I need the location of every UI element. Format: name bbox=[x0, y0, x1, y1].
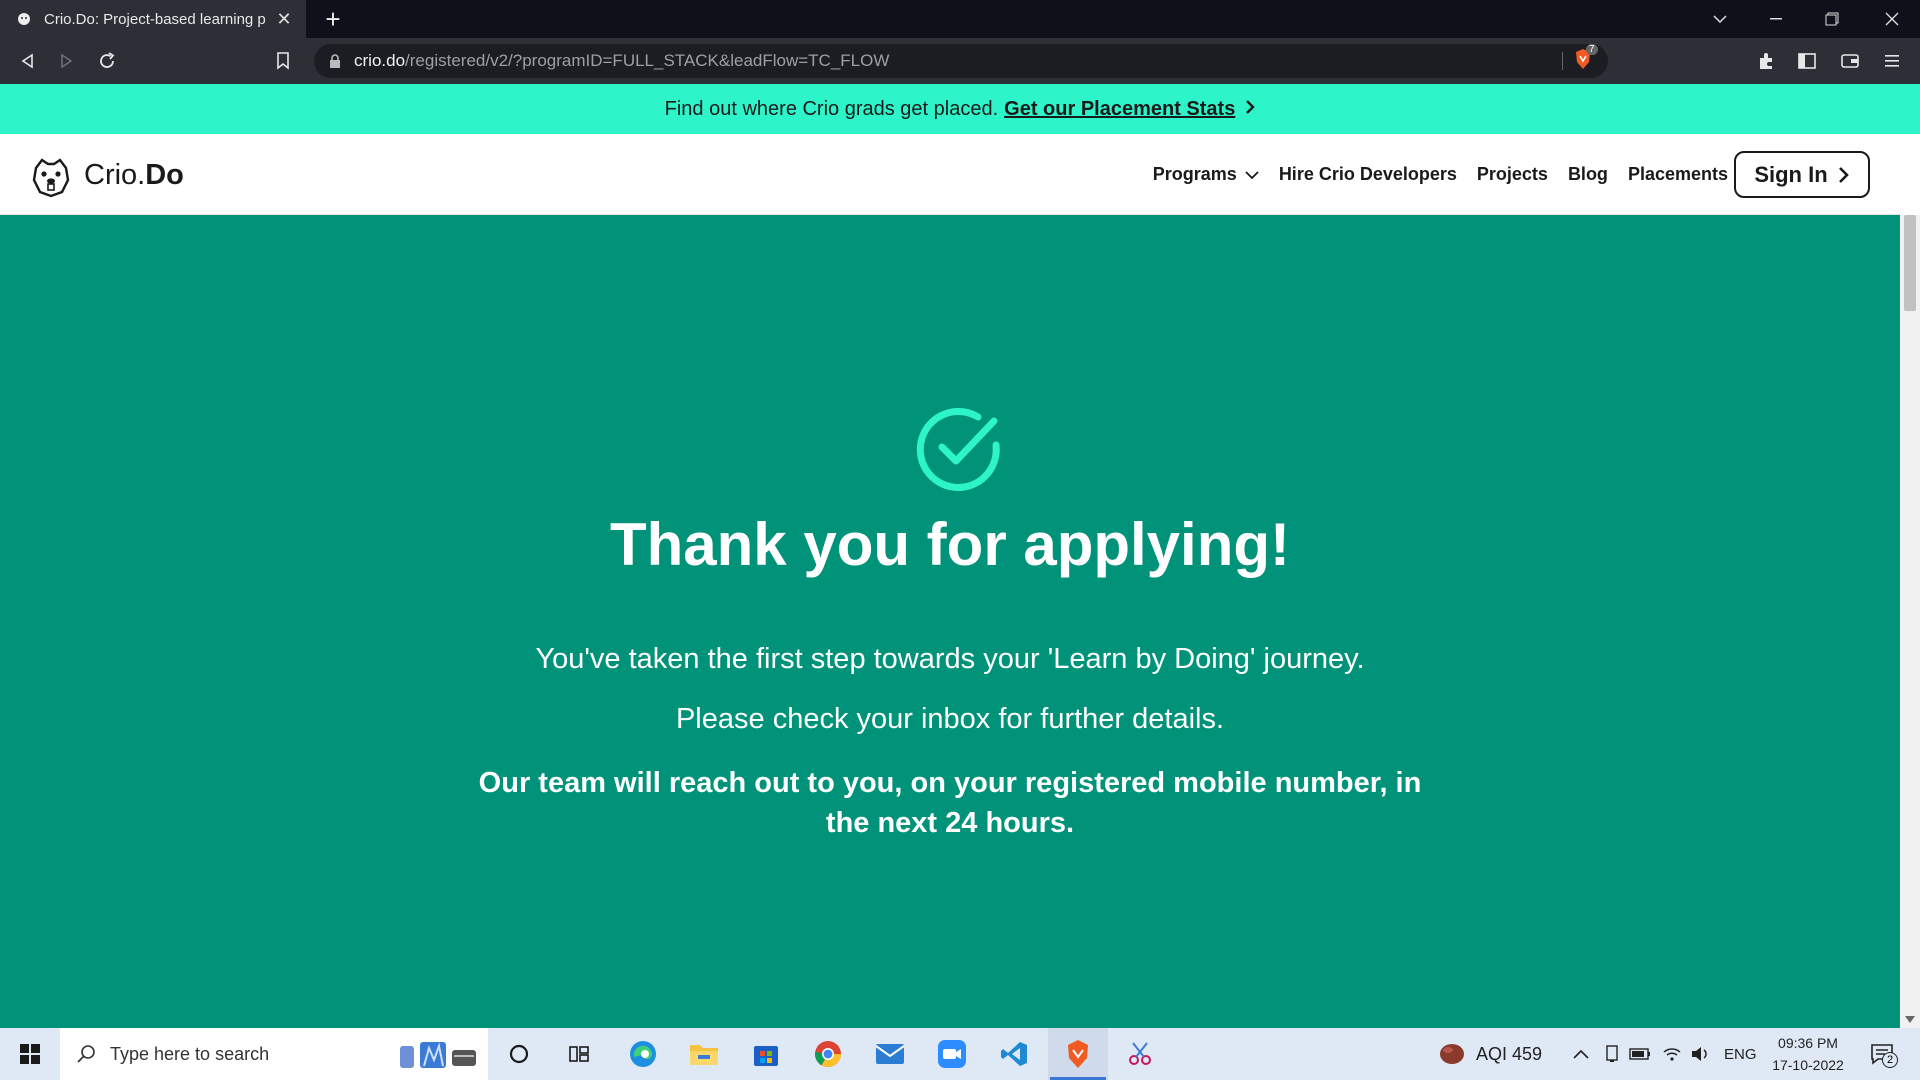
lock-icon bbox=[330, 54, 340, 68]
search-placeholder: Type here to search bbox=[110, 1043, 270, 1064]
search-icon bbox=[77, 1045, 95, 1063]
nav-projects[interactable]: Projects bbox=[1477, 164, 1548, 185]
nav-placements[interactable]: Placements bbox=[1628, 164, 1750, 185]
inbox-message: Please check your inbox for further deta… bbox=[675, 703, 1225, 735]
reload-icon[interactable] bbox=[92, 46, 122, 76]
aqi-readout[interactable]: AQI 459 bbox=[1476, 1028, 1542, 1080]
browser-tab-strip: Crio.Do: Project-based learning p ✕ + bbox=[0, 0, 1920, 38]
volume-icon[interactable] bbox=[1684, 1038, 1716, 1070]
back-icon[interactable] bbox=[12, 46, 42, 76]
tab-search-chevron-icon[interactable] bbox=[1692, 0, 1748, 38]
search-highlight-illustration-icon bbox=[400, 1042, 476, 1068]
browser-toolbar: crio.do/registered/v2/?programID=FULL_ST… bbox=[0, 38, 1920, 84]
wallet-icon[interactable] bbox=[1838, 49, 1862, 73]
banner-chevron-icon[interactable] bbox=[1245, 98, 1256, 121]
brave-browser-icon[interactable] bbox=[1062, 1038, 1094, 1070]
check-circle-icon bbox=[916, 407, 1000, 491]
brave-shield-icon[interactable]: 7 bbox=[1572, 44, 1598, 70]
battery-icon[interactable] bbox=[1624, 1038, 1656, 1070]
placement-stats-link[interactable]: Get our Placement Stats bbox=[1004, 98, 1235, 121]
url-divider bbox=[1562, 52, 1563, 70]
page-title: Thank you for applying! bbox=[609, 511, 1290, 578]
microsoft-store-icon[interactable] bbox=[750, 1038, 782, 1070]
url-path: /registered/v2/?programID=FULL_STACK&lea… bbox=[405, 51, 890, 70]
sign-in-label: Sign In bbox=[1754, 161, 1828, 187]
language-indicator[interactable]: ENG bbox=[1724, 1028, 1757, 1080]
tray-chevron-up-icon[interactable] bbox=[1565, 1038, 1597, 1070]
scroll-down-arrow-icon[interactable] bbox=[1905, 1016, 1915, 1024]
logo-text: Crio.Do bbox=[84, 158, 184, 191]
sidebar-toggle-icon[interactable] bbox=[1795, 49, 1819, 73]
page-scrollbar[interactable] bbox=[1900, 215, 1920, 1028]
system-clock[interactable]: 09:36 PM 17-10-2022 bbox=[1762, 1032, 1854, 1076]
notifications-icon[interactable]: 2 bbox=[1866, 1038, 1898, 1070]
zoom-icon[interactable] bbox=[936, 1038, 968, 1070]
weather-icon[interactable] bbox=[1436, 1038, 1468, 1070]
chrome-icon[interactable] bbox=[812, 1038, 844, 1070]
crio-favicon-icon bbox=[16, 11, 32, 27]
journey-message: You've taken the first step towards your… bbox=[535, 643, 1365, 675]
notification-count-badge: 2 bbox=[1882, 1052, 1898, 1068]
callback-message: Our team will reach out to you, on your … bbox=[478, 767, 1422, 839]
file-explorer-icon[interactable] bbox=[688, 1038, 720, 1070]
extensions-icon[interactable] bbox=[1754, 49, 1778, 73]
nav-hire-developers[interactable]: Hire Crio Developers bbox=[1279, 164, 1457, 185]
task-view-icon[interactable] bbox=[563, 1038, 595, 1070]
url-host: crio.do bbox=[354, 51, 406, 70]
windows-start-icon[interactable] bbox=[0, 1028, 60, 1080]
vscode-icon[interactable] bbox=[998, 1038, 1030, 1070]
chevron-down-icon bbox=[1245, 170, 1259, 179]
taskbar-search-box[interactable]: Type here to search bbox=[60, 1028, 488, 1080]
snipping-tool-icon[interactable] bbox=[1124, 1038, 1156, 1070]
browser-menu-icon[interactable] bbox=[1880, 49, 1904, 73]
sign-in-button[interactable]: Sign In bbox=[1734, 151, 1870, 198]
placement-banner: Find out where Crio grads get placed. Ge… bbox=[0, 84, 1920, 134]
clock-time: 09:36 PM bbox=[1778, 1035, 1838, 1051]
bookmark-icon[interactable] bbox=[268, 46, 298, 76]
tab-title: Crio.Do: Project-based learning p bbox=[44, 10, 266, 28]
edge-icon[interactable] bbox=[627, 1038, 659, 1070]
clock-date: 17-10-2022 bbox=[1772, 1057, 1844, 1073]
site-header: Crio.Do Programs Hire Crio Developers Pr… bbox=[0, 134, 1900, 215]
primary-nav: Programs Hire Crio Developers Projects B… bbox=[1153, 134, 1750, 215]
crio-logo[interactable]: Crio.Do bbox=[28, 152, 184, 198]
restore-button[interactable] bbox=[1804, 0, 1860, 38]
nav-programs[interactable]: Programs bbox=[1153, 164, 1259, 185]
forward-icon[interactable] bbox=[52, 46, 82, 76]
browser-tab[interactable]: Crio.Do: Project-based learning p ✕ bbox=[0, 0, 306, 38]
minimize-button[interactable] bbox=[1748, 0, 1804, 38]
crio-beaver-logo-icon bbox=[32, 158, 70, 198]
chevron-right-icon bbox=[1838, 166, 1849, 183]
new-tab-button[interactable]: + bbox=[318, 4, 348, 34]
tab-close-icon[interactable]: ✕ bbox=[272, 7, 296, 31]
nav-blog[interactable]: Blog bbox=[1568, 164, 1608, 185]
mail-icon[interactable] bbox=[874, 1038, 906, 1070]
confirmation-section: Thank you for applying! You've taken the… bbox=[0, 215, 1900, 1028]
address-bar[interactable]: crio.do/registered/v2/?programID=FULL_ST… bbox=[314, 44, 1608, 78]
windows-taskbar: Type here to search AQI 459 ENG 09:36 PM… bbox=[0, 1028, 1920, 1080]
shield-count-badge: 7 bbox=[1586, 44, 1598, 55]
cortana-icon[interactable] bbox=[503, 1038, 535, 1070]
close-window-button[interactable] bbox=[1864, 0, 1920, 38]
scrollbar-thumb[interactable] bbox=[1904, 215, 1916, 311]
banner-text: Find out where Crio grads get placed. bbox=[664, 97, 999, 120]
